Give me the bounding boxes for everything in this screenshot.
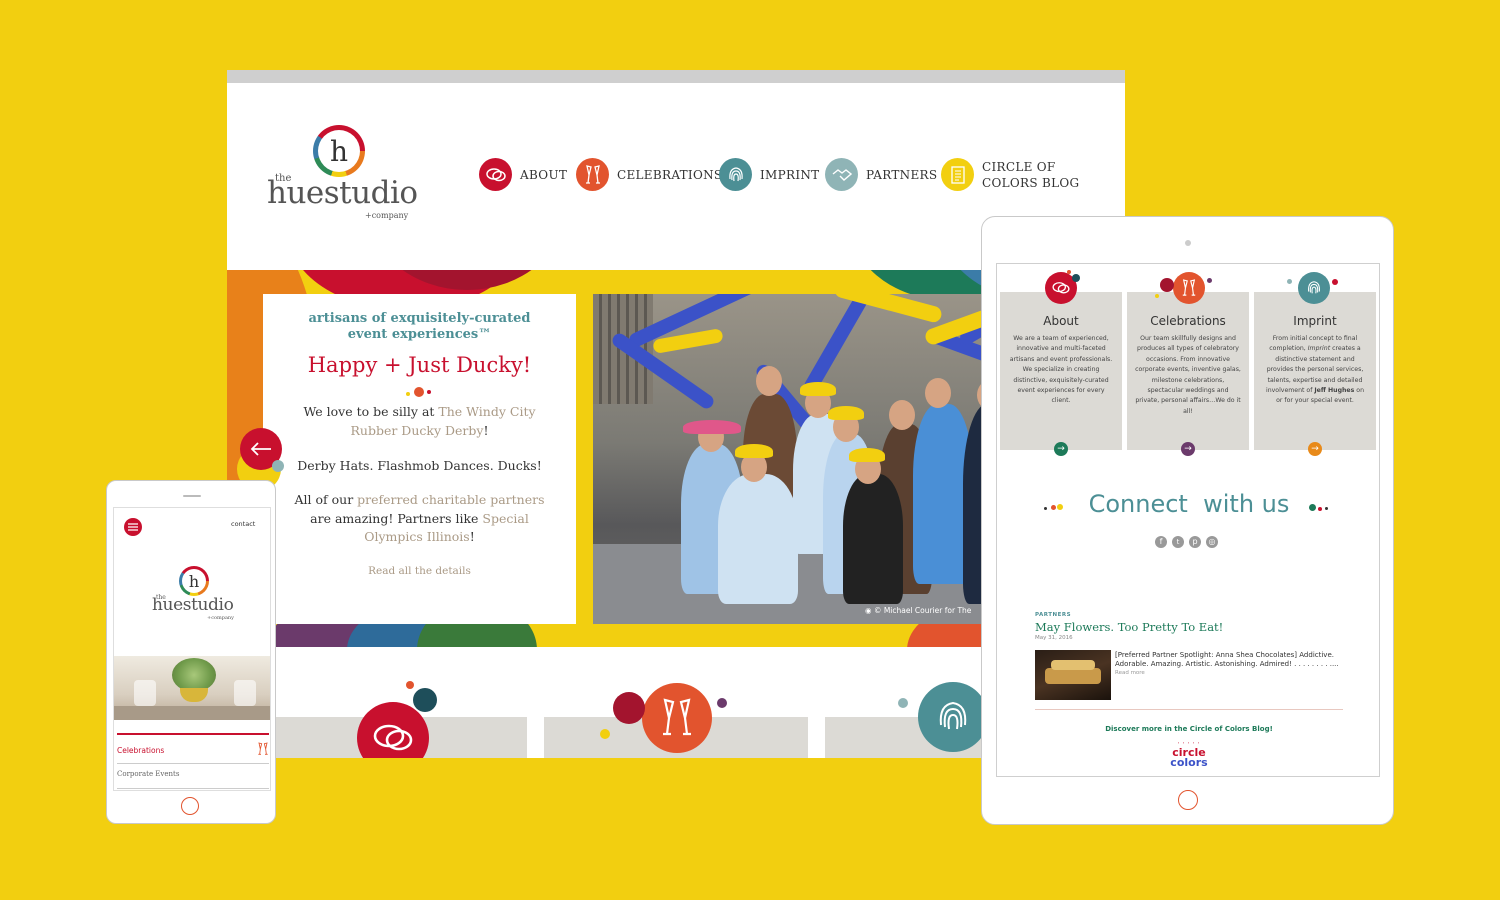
dots-ornament-icon [263, 383, 576, 401]
post-date: May 31, 2016 [1035, 635, 1073, 641]
photo-credit: ◉ © Michael Courier for The [865, 606, 972, 615]
read-details-link[interactable]: Read all the details [263, 565, 576, 577]
contact-link[interactable]: contact [231, 520, 255, 528]
nav-blog[interactable]: CIRCLE OF COLORS BLOG [941, 158, 1079, 191]
card-title: Celebrations [1150, 314, 1226, 328]
nav-about[interactable]: ABOUT [479, 158, 567, 191]
post-divider [1035, 709, 1343, 710]
tablet-card-celebrations[interactable]: Celebrations Our team skillfully designs… [1127, 292, 1249, 456]
social-icons: f t p ◎ [1155, 536, 1218, 548]
handshake-icon [825, 158, 858, 191]
logo-letter: h [318, 130, 360, 172]
nav-partners-label: PARTNERS [866, 167, 938, 182]
fingerprint-icon [918, 682, 988, 752]
brand-logo[interactable]: h the huestudio +company [152, 566, 236, 622]
tablet-card-about[interactable]: About We are a team of experienced, inno… [1000, 292, 1122, 456]
post-read-more-link[interactable]: Read more [1115, 670, 1145, 676]
twitter-icon[interactable]: t [1172, 536, 1184, 548]
hero-card: artisans of exquisitely-curated event exp… [263, 294, 576, 624]
fingerprint-icon [719, 158, 752, 191]
menu-divider [117, 788, 269, 789]
card-title: Imprint [1293, 314, 1337, 328]
post-excerpt: [Preferred Partner Spotlight: Anna Shea … [1115, 651, 1339, 668]
menu-divider [117, 733, 269, 735]
hero-title: Happy + Just Ducky! [307, 353, 532, 377]
phone-screen: contact h the huestudio +company Celebra… [113, 507, 271, 791]
fingerprint-icon [1298, 272, 1330, 304]
hero-dot [272, 460, 284, 472]
menu-divider [117, 763, 269, 764]
champagne-glasses-icon [576, 158, 609, 191]
hero-paragraph-1: We love to be silly at The Windy City Ru… [303, 404, 536, 438]
logo-wordmark: huestudio [267, 175, 418, 211]
tablet-screen: About We are a team of experienced, inno… [996, 263, 1380, 777]
champagne-glasses-icon [258, 742, 268, 755]
tablet-camera [1185, 240, 1191, 246]
hamburger-menu-icon[interactable] [124, 518, 142, 536]
post-thumbnail[interactable] [1035, 650, 1111, 700]
logo-company: +company [365, 211, 409, 220]
menu-item-corporate-events[interactable]: Corporate Events [117, 770, 179, 778]
nav-about-label: ABOUT [520, 167, 568, 182]
hero-paragraph-2: Derby Hats. Flashmob Dances. Ducks! [297, 458, 542, 473]
arrow-right-icon[interactable]: → [1054, 442, 1068, 456]
arrow-right-icon[interactable]: → [1308, 442, 1322, 456]
pinterest-icon[interactable]: p [1189, 536, 1201, 548]
post-title[interactable]: May Flowers. Too Pretty To Eat! [1035, 620, 1223, 634]
champagne-glasses-icon [1173, 272, 1205, 304]
connect-heading: Connect with us [1088, 490, 1290, 518]
menu-item-celebrations[interactable]: Celebrations [117, 738, 269, 762]
tablet-home-button[interactable] [1178, 790, 1198, 810]
charitable-partners-link[interactable]: preferred charitable partners [357, 492, 544, 507]
card-text: From initial concept to final completion… [1265, 335, 1364, 405]
facebook-icon[interactable]: f [1155, 536, 1167, 548]
tablet-mockup: About We are a team of experienced, inno… [981, 216, 1394, 825]
phone-speaker [183, 495, 201, 497]
phone-mockup: contact h the huestudio +company Celebra… [106, 480, 276, 824]
tablet-card-imprint[interactable]: Imprint From initial concept to final co… [1254, 292, 1376, 456]
camera-icon: ◉ [865, 606, 874, 615]
circle-of-colors-logo[interactable]: ' ' ' ' ' circle colors [1162, 742, 1216, 776]
discover-blog-link[interactable]: Discover more in the Circle of Colors Bl… [997, 725, 1379, 733]
nav-partners[interactable]: PARTNERS [825, 158, 937, 191]
card-text: Our team skillfully designs and produces… [1135, 335, 1241, 415]
post-category[interactable]: PARTNERS [1035, 612, 1071, 618]
nav-blog-label: CIRCLE OF COLORS BLOG [982, 159, 1080, 190]
nav-celebrations-label: CELEBRATIONS [617, 167, 723, 182]
speech-bubbles-icon [479, 158, 512, 191]
hero-paragraph-3: All of our preferred charitable partners… [294, 492, 545, 544]
browser-bar [227, 70, 1125, 83]
nav-celebrations[interactable]: CELEBRATIONS [576, 158, 722, 191]
brand-logo[interactable]: h the huestudio +company [267, 125, 418, 220]
hero-tagline: artisans of exquisitely-curated event exp… [308, 311, 531, 342]
logo-ring-icon: h [313, 125, 365, 177]
nav-imprint[interactable]: IMPRINT [719, 158, 819, 191]
arrow-right-icon[interactable]: → [1181, 442, 1195, 456]
notepad-icon [941, 158, 974, 191]
instagram-icon[interactable]: ◎ [1206, 536, 1218, 548]
phone-hero-photo [114, 656, 270, 720]
nav-imprint-label: IMPRINT [760, 167, 820, 182]
champagne-glasses-icon [642, 683, 712, 753]
phone-home-button[interactable] [181, 797, 199, 815]
card-text: We are a team of experienced, innovative… [1009, 335, 1113, 405]
card-title: About [1043, 314, 1079, 328]
logo-ring-icon: h [179, 566, 209, 596]
